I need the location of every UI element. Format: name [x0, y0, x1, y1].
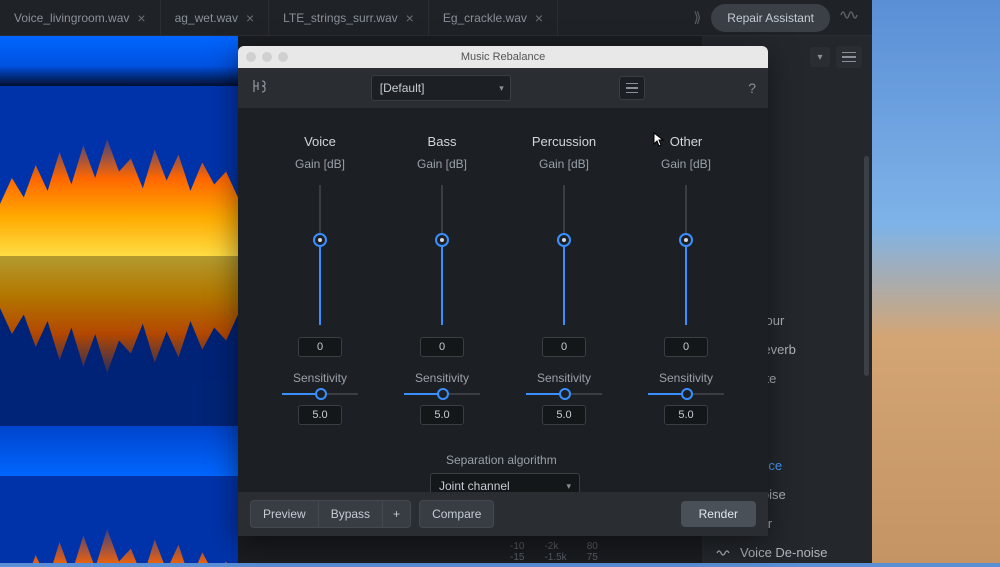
sensitivity-value[interactable]: 5.0 — [420, 405, 464, 425]
chevron-down-icon[interactable]: ▾ — [810, 47, 830, 67]
modal-body: Voice Gain [dB] 0 Sensitivity 5.0 Bass G… — [238, 108, 768, 511]
menu-icon[interactable] — [836, 46, 862, 68]
gain-label: Gain [dB] — [539, 157, 589, 171]
close-icon[interactable]: × — [137, 10, 145, 26]
sensitivity-label: Sensitivity — [659, 371, 713, 385]
channel-other: Other Gain [dB] 0 Sensitivity 5.0 — [632, 134, 740, 439]
sidebar-item-label: Voice De-noise — [740, 545, 827, 560]
tab-label: Eg_crackle.wav — [443, 11, 527, 25]
voice-icon — [716, 548, 732, 558]
sensitivity-value[interactable]: 5.0 — [664, 405, 708, 425]
close-icon[interactable]: × — [246, 10, 254, 26]
minimize-window-icon[interactable] — [262, 52, 272, 62]
channel-name: Voice — [304, 134, 336, 149]
cursor-icon — [652, 132, 668, 148]
channel-percussion: Percussion Gain [dB] 0 Sensitivity 5.0 — [510, 134, 618, 439]
channel-name: Other — [670, 134, 703, 149]
close-window-icon[interactable] — [246, 52, 256, 62]
gain-value[interactable]: 0 — [298, 337, 342, 357]
gain-slider[interactable] — [685, 185, 687, 325]
separation-label: Separation algorithm — [446, 453, 557, 467]
maximize-window-icon[interactable] — [278, 52, 288, 62]
tab-label: Voice_livingroom.wav — [14, 11, 129, 25]
gain-label: Gain [dB] — [417, 157, 467, 171]
compare-button[interactable]: Compare — [419, 500, 494, 528]
file-tab[interactable]: ag_wet.wav × — [161, 0, 270, 36]
repair-assistant-button[interactable]: Repair Assistant — [711, 4, 830, 32]
modal-footer: Preview Bypass + Compare Render — [238, 492, 768, 536]
modal-header: [Default] ? — [238, 68, 768, 108]
file-tab[interactable]: Voice_livingroom.wav × — [0, 0, 161, 36]
ruler-labels: -10-15 -2k-1.5k 8075 — [510, 541, 598, 563]
bypass-button[interactable]: Bypass — [319, 500, 382, 528]
gain-value[interactable]: 0 — [542, 337, 586, 357]
slider-thumb[interactable] — [679, 233, 693, 247]
slider-thumb[interactable] — [557, 233, 571, 247]
music-rebalance-modal: Music Rebalance [Default] ? Voice Gain [… — [238, 46, 768, 536]
channel-bass: Bass Gain [dB] 0 Sensitivity 5.0 — [388, 134, 496, 439]
module-logo-icon — [250, 77, 268, 100]
sensitivity-slider[interactable] — [282, 393, 358, 395]
channel-name: Bass — [428, 134, 457, 149]
slider-thumb[interactable] — [437, 388, 449, 400]
gain-slider[interactable] — [319, 185, 321, 325]
file-tab[interactable]: Eg_crackle.wav × — [429, 0, 558, 36]
tab-label: ag_wet.wav — [175, 11, 238, 25]
sensitivity-value[interactable]: 5.0 — [542, 405, 586, 425]
slider-thumb[interactable] — [559, 388, 571, 400]
close-icon[interactable]: × — [406, 10, 414, 26]
separation-value: Joint channel — [439, 479, 510, 493]
gain-label: Gain [dB] — [661, 157, 711, 171]
slider-thumb[interactable] — [313, 233, 327, 247]
modal-titlebar[interactable]: Music Rebalance — [238, 46, 768, 68]
channel-voice: Voice Gain [dB] 0 Sensitivity 5.0 — [266, 134, 374, 439]
gain-value[interactable]: 0 — [420, 337, 464, 357]
sensitivity-slider[interactable] — [526, 393, 602, 395]
channel-name: Percussion — [532, 134, 596, 149]
preset-value: [Default] — [380, 81, 425, 95]
waveform-icon[interactable] — [840, 7, 860, 28]
file-tab[interactable]: LTE_strings_surr.wav × — [269, 0, 429, 36]
menu-icon[interactable] — [619, 76, 645, 100]
help-icon[interactable]: ? — [748, 80, 756, 96]
sensitivity-slider[interactable] — [404, 393, 480, 395]
slider-thumb[interactable] — [681, 388, 693, 400]
slider-thumb[interactable] — [435, 233, 449, 247]
sensitivity-label: Sensitivity — [293, 371, 347, 385]
slider-thumb[interactable] — [315, 388, 327, 400]
gain-value[interactable]: 0 — [664, 337, 708, 357]
gain-slider[interactable] — [563, 185, 565, 325]
spectrogram-view[interactable] — [0, 36, 238, 563]
sensitivity-slider[interactable] — [648, 393, 724, 395]
close-icon[interactable]: × — [535, 10, 543, 26]
gain-label: Gain [dB] — [295, 157, 345, 171]
render-button[interactable]: Render — [681, 501, 756, 527]
sensitivity-label: Sensitivity — [415, 371, 469, 385]
sensitivity-value[interactable]: 5.0 — [298, 405, 342, 425]
scrollbar[interactable] — [864, 156, 869, 376]
tab-label: LTE_strings_surr.wav — [283, 11, 398, 25]
preset-select[interactable]: [Default] — [371, 75, 511, 101]
tab-bar: Voice_livingroom.wav × ag_wet.wav × LTE_st… — [0, 0, 872, 36]
modal-title: Music Rebalance — [461, 51, 545, 63]
gain-slider[interactable] — [441, 185, 443, 325]
tab-overflow-icon[interactable]: ⟫ — [693, 9, 701, 26]
sensitivity-label: Sensitivity — [537, 371, 591, 385]
add-button[interactable]: + — [382, 500, 411, 528]
preview-button[interactable]: Preview — [250, 500, 319, 528]
